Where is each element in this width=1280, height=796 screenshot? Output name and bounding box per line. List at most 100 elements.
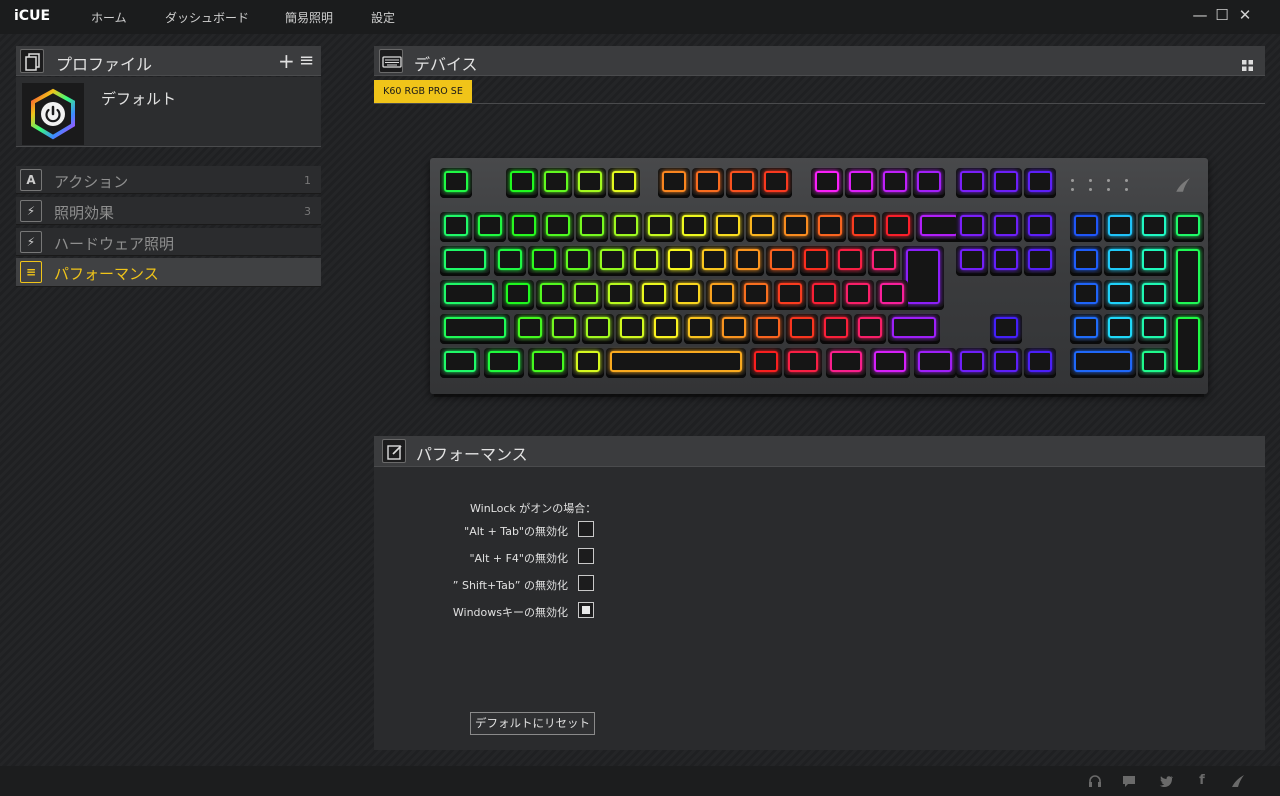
key-number-row[interactable] bbox=[440, 212, 472, 242]
key-number-row[interactable] bbox=[678, 212, 710, 242]
nav-settings[interactable]: 設定 bbox=[371, 9, 395, 26]
nav-home[interactable]: ホーム bbox=[91, 9, 127, 26]
key-numpad[interactable] bbox=[1104, 246, 1136, 276]
key-number-row[interactable] bbox=[576, 212, 608, 242]
key-nav[interactable] bbox=[1024, 246, 1056, 276]
key-letter[interactable] bbox=[616, 314, 648, 344]
key-f5[interactable] bbox=[658, 168, 690, 198]
key-f7[interactable] bbox=[726, 168, 758, 198]
key-space[interactable] bbox=[606, 348, 746, 378]
key-caps[interactable] bbox=[440, 280, 498, 310]
key-number-row[interactable] bbox=[712, 212, 744, 242]
key-letter[interactable] bbox=[514, 314, 546, 344]
key-numpad[interactable] bbox=[1138, 246, 1170, 276]
key-arrow[interactable] bbox=[956, 348, 988, 378]
chat-icon[interactable] bbox=[1121, 773, 1137, 789]
key-numpad-enter[interactable] bbox=[1172, 314, 1204, 378]
facebook-icon[interactable]: f bbox=[1194, 773, 1210, 789]
key-number-row[interactable] bbox=[882, 212, 914, 242]
key-number-row[interactable] bbox=[780, 212, 812, 242]
checkbox-disable-windows-key[interactable] bbox=[578, 602, 594, 618]
key-numpad[interactable] bbox=[1070, 246, 1102, 276]
key-letter[interactable] bbox=[842, 280, 874, 310]
key-right-shift[interactable] bbox=[888, 314, 940, 344]
sidebar-item-performance[interactable]: ≡ パフォーマンス bbox=[16, 258, 321, 287]
key-number-row[interactable] bbox=[474, 212, 506, 242]
sidebar-item-actions[interactable]: A アクション 1 bbox=[16, 166, 321, 194]
maximize-button[interactable]: ☐ bbox=[1214, 7, 1230, 23]
close-button[interactable]: ✕ bbox=[1237, 7, 1253, 23]
key-nav-top[interactable] bbox=[1024, 168, 1056, 198]
reset-to-default-button[interactable]: デフォルトにリセット bbox=[470, 712, 595, 735]
key-number-row[interactable] bbox=[814, 212, 846, 242]
key-f2[interactable] bbox=[540, 168, 572, 198]
key-letter[interactable] bbox=[706, 280, 738, 310]
key-letter[interactable] bbox=[820, 314, 852, 344]
key-letter[interactable] bbox=[740, 280, 772, 310]
key-nav-top[interactable] bbox=[956, 168, 988, 198]
key-letter[interactable] bbox=[650, 314, 682, 344]
key-letter[interactable] bbox=[876, 280, 908, 310]
corsair-logo-icon[interactable] bbox=[1230, 773, 1246, 789]
key-numpad[interactable] bbox=[1138, 314, 1170, 344]
key-left-alt[interactable] bbox=[528, 348, 568, 378]
key-letter[interactable] bbox=[570, 280, 602, 310]
key-arrow[interactable] bbox=[1024, 348, 1056, 378]
key-tab[interactable] bbox=[440, 246, 490, 276]
key-numpad-0[interactable] bbox=[1070, 348, 1136, 378]
key-f4[interactable] bbox=[608, 168, 640, 198]
key-f6[interactable] bbox=[692, 168, 724, 198]
key-win[interactable] bbox=[484, 348, 524, 378]
key-letter[interactable] bbox=[494, 246, 526, 276]
key-muhenkan[interactable] bbox=[572, 348, 604, 378]
nav-quick-lighting[interactable]: 簡易照明 bbox=[285, 9, 333, 26]
key-letter[interactable] bbox=[774, 280, 806, 310]
key-letter[interactable] bbox=[868, 246, 900, 276]
key-number-row[interactable] bbox=[848, 212, 880, 242]
key-right-ctrl[interactable] bbox=[914, 348, 956, 378]
key-number-row[interactable] bbox=[610, 212, 642, 242]
key-letter[interactable] bbox=[800, 246, 832, 276]
key-f1[interactable] bbox=[506, 168, 538, 198]
key-arrow[interactable] bbox=[990, 348, 1022, 378]
device-tab-k60[interactable]: K60 RGB PRO SE bbox=[374, 80, 472, 103]
key-left-shift[interactable] bbox=[440, 314, 510, 344]
profile-menu-button[interactable]: ≡ bbox=[299, 50, 314, 71]
profile-card-default[interactable]: デフォルト bbox=[16, 77, 321, 147]
key-nav[interactable] bbox=[1024, 212, 1056, 242]
key-numpad-plus[interactable] bbox=[1172, 246, 1204, 310]
key-letter[interactable] bbox=[718, 314, 750, 344]
key-letter[interactable] bbox=[638, 280, 670, 310]
key-numpad-minus[interactable] bbox=[1172, 212, 1204, 242]
headset-icon[interactable] bbox=[1087, 773, 1103, 789]
key-number-row[interactable] bbox=[644, 212, 676, 242]
key-letter[interactable] bbox=[630, 246, 662, 276]
key-letter[interactable] bbox=[684, 314, 716, 344]
nav-dashboard[interactable]: ダッシュボード bbox=[165, 9, 249, 26]
grid-view-icon[interactable] bbox=[1242, 56, 1253, 71]
key-letter[interactable] bbox=[808, 280, 840, 310]
key-numpad[interactable] bbox=[1070, 212, 1102, 242]
key-letter[interactable] bbox=[766, 246, 798, 276]
key-f9[interactable] bbox=[811, 168, 843, 198]
key-letter[interactable] bbox=[732, 246, 764, 276]
twitter-icon[interactable] bbox=[1158, 773, 1174, 789]
key-letter[interactable] bbox=[536, 280, 568, 310]
key-nav[interactable] bbox=[990, 212, 1022, 242]
key-numpad[interactable] bbox=[1138, 280, 1170, 310]
key-f3[interactable] bbox=[574, 168, 606, 198]
key-number-row[interactable] bbox=[508, 212, 540, 242]
key-letter[interactable] bbox=[582, 314, 614, 344]
checkbox-disable-shift-tab[interactable] bbox=[578, 575, 594, 591]
key-letter[interactable] bbox=[562, 246, 594, 276]
checkbox-disable-alt-tab[interactable] bbox=[578, 521, 594, 537]
key-letter[interactable] bbox=[604, 280, 636, 310]
keyboard-preview[interactable] bbox=[430, 158, 1208, 394]
key-number-row[interactable] bbox=[542, 212, 574, 242]
key-letter[interactable] bbox=[672, 280, 704, 310]
key-nav-top[interactable] bbox=[990, 168, 1022, 198]
sidebar-item-hardware-lighting[interactable]: ⚡ ハードウェア照明 bbox=[16, 228, 321, 256]
key-f11[interactable] bbox=[879, 168, 911, 198]
key-f12[interactable] bbox=[913, 168, 945, 198]
key-letter[interactable] bbox=[596, 246, 628, 276]
